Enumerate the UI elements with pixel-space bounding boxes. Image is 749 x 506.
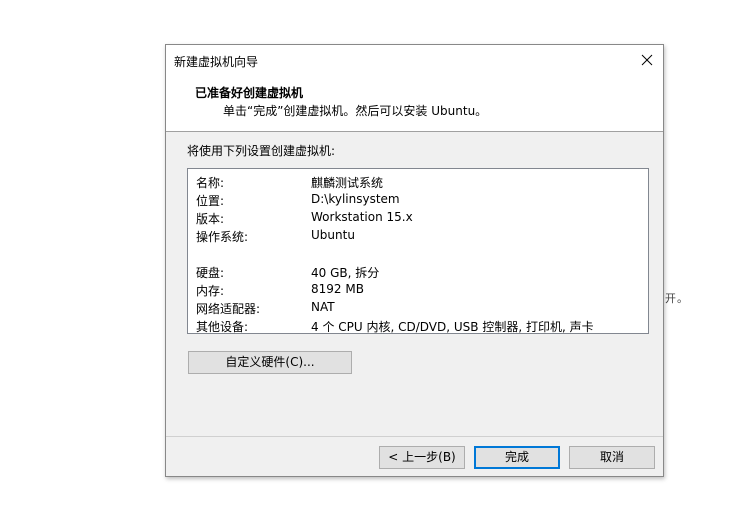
- setting-value: 4 个 CPU 内核, CD/DVD, USB 控制器, 打印机, 声卡: [311, 320, 594, 334]
- settings-intro-label: 将使用下列设置创建虚拟机:: [187, 144, 336, 158]
- setting-key: 网络适配器:: [196, 302, 261, 316]
- setting-value: Ubuntu: [311, 228, 355, 242]
- window-title: 新建虚拟机向导: [174, 55, 259, 69]
- setting-key: 内存:: [196, 284, 225, 298]
- setting-key: 硬盘:: [196, 266, 225, 280]
- wizard-header: 已准备好创建虚拟机 单击“完成”创建虚拟机。然后可以安装 Ubuntu。: [166, 75, 663, 132]
- title-bar: 新建虚拟机向导: [166, 45, 663, 75]
- settings-summary-box[interactable]: 名称: 麒麟测试系统 位置: D:\kylinsystem 版本: Workst…: [187, 168, 649, 334]
- setting-value: 麒麟测试系统: [311, 176, 384, 190]
- back-button[interactable]: < 上一步(B): [379, 446, 465, 469]
- back-button-label: < 上一步(B): [388, 450, 456, 464]
- setting-value: 8192 MB: [311, 282, 364, 296]
- header-subtitle: 单击“完成”创建虚拟机。然后可以安装 Ubuntu。: [223, 104, 488, 118]
- finish-button-label: 完成: [504, 450, 529, 464]
- setting-value: 40 GB, 拆分: [311, 266, 380, 280]
- setting-key: 位置:: [196, 194, 225, 208]
- setting-key: 版本:: [196, 212, 225, 226]
- setting-key: 名称:: [196, 176, 225, 190]
- setting-key: 其他设备:: [196, 320, 249, 334]
- customize-hardware-button[interactable]: 自定义硬件(C)...: [188, 351, 352, 374]
- close-icon: [641, 54, 653, 66]
- cancel-button-label: 取消: [599, 450, 624, 464]
- header-title: 已准备好创建虚拟机: [195, 86, 304, 100]
- background-text-fragment: 开。: [665, 292, 689, 305]
- customize-hardware-label: 自定义硬件(C)...: [225, 355, 315, 369]
- new-vm-wizard-dialog: 新建虚拟机向导 已准备好创建虚拟机 单击“完成”创建虚拟机。然后可以安装 Ubu…: [165, 44, 664, 477]
- setting-value: NAT: [311, 300, 335, 314]
- cancel-button[interactable]: 取消: [569, 446, 655, 469]
- setting-value: D:\kylinsystem: [311, 192, 400, 206]
- setting-value: Workstation 15.x: [311, 210, 413, 224]
- setting-key: 操作系统:: [196, 230, 249, 244]
- footer-separator: [166, 436, 663, 437]
- close-button[interactable]: [631, 45, 663, 75]
- finish-button[interactable]: 完成: [474, 446, 560, 469]
